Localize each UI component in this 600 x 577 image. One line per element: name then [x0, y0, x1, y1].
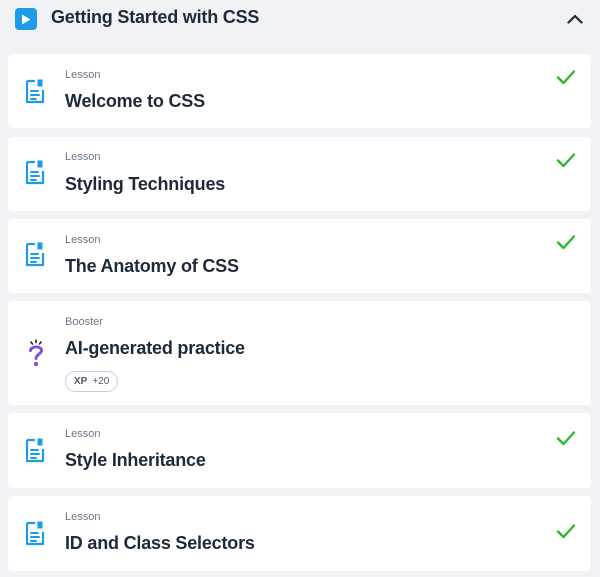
document-icon: [25, 159, 45, 190]
lesson-card-anatomy-of-css[interactable]: Lesson The Anatomy of CSS: [8, 219, 591, 293]
item-title: The Anatomy of CSS: [65, 256, 239, 276]
item-type-label: Lesson: [65, 151, 101, 163]
xp-badge: XP +20: [65, 371, 119, 392]
item-type-label: Booster: [65, 316, 103, 328]
play-icon: [15, 8, 37, 30]
xp-value: +20: [92, 376, 110, 387]
document-icon: [25, 437, 45, 468]
check-icon: [556, 430, 576, 451]
check-icon: [556, 523, 576, 544]
item-title: Styling Techniques: [65, 174, 226, 194]
lesson-card-styling-techniques[interactable]: Lesson Styling Techniques: [8, 137, 591, 211]
item-title: AI-generated practice: [65, 338, 245, 358]
item-type-label: Lesson: [65, 234, 101, 246]
check-icon: [556, 69, 576, 90]
item-title: Welcome to CSS: [65, 91, 205, 111]
module-title: Getting Started with CSS: [51, 7, 260, 27]
xp-label: XP: [74, 376, 88, 387]
item-type-label: Lesson: [65, 511, 101, 523]
document-icon: [25, 78, 45, 109]
document-icon: [25, 520, 45, 551]
module-header[interactable]: Getting Started with CSS: [0, 0, 600, 40]
booster-card-ai-generated-practice[interactable]: Booster AI-generated practice XP +20: [8, 301, 591, 405]
question-mark-icon: [26, 338, 46, 373]
item-type-label: Lesson: [65, 69, 101, 81]
check-icon: [556, 152, 576, 173]
item-title: ID and Class Selectors: [65, 533, 255, 553]
lesson-card-style-inheritance[interactable]: Lesson Style Inheritance: [8, 413, 591, 488]
item-title: Style Inheritance: [65, 450, 206, 470]
chevron-up-icon[interactable]: [563, 8, 587, 30]
lesson-card-welcome-to-css[interactable]: Lesson Welcome to CSS: [8, 54, 591, 128]
check-icon: [556, 234, 576, 255]
item-type-label: Lesson: [65, 428, 101, 440]
document-icon: [25, 241, 45, 272]
lesson-card-id-and-class-selectors[interactable]: Lesson ID and Class Selectors: [8, 496, 591, 571]
